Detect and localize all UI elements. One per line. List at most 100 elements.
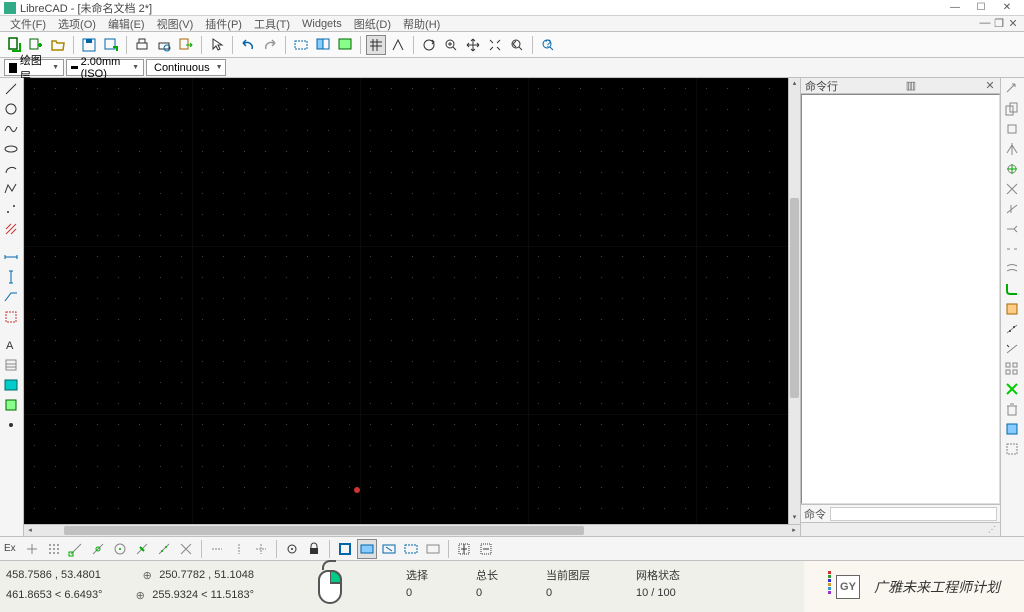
pan-button[interactable]	[463, 35, 483, 55]
revert-button[interactable]	[1003, 440, 1021, 458]
scroll-right-arrow-icon[interactable]: ▸	[788, 525, 800, 536]
panel-float-button[interactable]: ▥	[905, 79, 917, 92]
snap-endpoint-button[interactable]	[66, 539, 86, 559]
polyline-tool-button[interactable]	[2, 180, 20, 198]
restrict-ortho-button[interactable]	[229, 539, 249, 559]
image-tool-button[interactable]	[2, 376, 20, 394]
copy-button[interactable]	[1003, 100, 1021, 118]
maximize-button[interactable]: ☐	[968, 1, 994, 15]
zoom-in-button[interactable]	[441, 35, 461, 55]
point-tool-button[interactable]	[2, 200, 20, 218]
block-tool-button[interactable]	[2, 396, 20, 414]
text-tool-button[interactable]: A	[2, 336, 20, 354]
modify-button[interactable]	[2, 308, 20, 326]
horizontal-scrollbar[interactable]: ◂ ▸	[24, 524, 800, 536]
draft-mode-button[interactable]	[388, 35, 408, 55]
scroll-down-arrow-icon[interactable]: ▾	[789, 512, 800, 524]
scrollbar-thumb[interactable]	[64, 526, 584, 535]
rotate-button[interactable]	[1003, 120, 1021, 138]
snap-center-button[interactable]	[110, 539, 130, 559]
hatch-tool-button[interactable]	[2, 220, 20, 238]
zoom-auto-button[interactable]	[485, 35, 505, 55]
snap-middle-button[interactable]	[132, 539, 152, 559]
doc-close-button[interactable]: ✕	[1006, 17, 1020, 30]
linetype-combo[interactable]: Continuous ▼	[146, 59, 226, 76]
break-button[interactable]	[1003, 240, 1021, 258]
select-layer-button[interactable]	[476, 539, 496, 559]
snap-grid-button[interactable]	[44, 539, 64, 559]
attributes-button[interactable]	[1003, 420, 1021, 438]
select-window-button[interactable]	[357, 539, 377, 559]
invert-selection-button[interactable]	[454, 539, 474, 559]
scrollbar-thumb[interactable]	[790, 198, 799, 398]
close-button[interactable]: ✕	[994, 1, 1020, 15]
arc-tool-button[interactable]	[2, 160, 20, 178]
resize-grip-icon[interactable]: ⋰	[988, 525, 996, 534]
stretch-button[interactable]	[1003, 180, 1021, 198]
undo-button[interactable]	[238, 35, 258, 55]
menu-widgets[interactable]: Widgets	[296, 18, 348, 30]
explode-button[interactable]	[1003, 380, 1021, 398]
save-button[interactable]	[79, 35, 99, 55]
redraw-button[interactable]	[419, 35, 439, 55]
line-tool-button[interactable]	[2, 80, 20, 98]
doc-minimize-button[interactable]: —	[978, 17, 992, 30]
fillet-button[interactable]	[1003, 280, 1021, 298]
coord-point-button[interactable]	[2, 416, 20, 434]
select-contour-button[interactable]	[379, 539, 399, 559]
menu-view[interactable]: 视图(V)	[151, 16, 200, 32]
help-about-button[interactable]: ?	[538, 35, 558, 55]
circle-tool-button[interactable]	[2, 100, 20, 118]
divide-button[interactable]	[1003, 320, 1021, 338]
ellipse-tool-button[interactable]	[2, 140, 20, 158]
snap-intersection-button[interactable]	[176, 539, 196, 559]
zoom-extents-button[interactable]	[291, 35, 311, 55]
menu-plugins[interactable]: 插件(P)	[199, 16, 248, 32]
trim-button[interactable]	[1003, 200, 1021, 218]
dimension-v-button[interactable]	[2, 268, 20, 286]
select-all-button[interactable]	[335, 539, 355, 559]
minimize-button[interactable]: —	[942, 1, 968, 15]
extend-button[interactable]	[1003, 220, 1021, 238]
drawing-canvas[interactable]: ➤	[24, 78, 788, 524]
zoom-prev-button[interactable]	[507, 35, 527, 55]
offset-button[interactable]	[1003, 260, 1021, 278]
vertical-scrollbar[interactable]: ▴ ▾	[788, 78, 800, 524]
print-preview-button[interactable]	[154, 35, 174, 55]
menu-edit[interactable]: 编辑(E)	[102, 16, 151, 32]
deselect-button[interactable]	[423, 539, 443, 559]
save-as-button[interactable]	[101, 35, 121, 55]
linewidth-combo[interactable]: 2.00mm (ISO) ▼	[66, 59, 144, 76]
menu-file[interactable]: 文件(F)	[4, 16, 52, 32]
mirror-button[interactable]	[1003, 140, 1021, 158]
snap-distance-button[interactable]	[154, 539, 174, 559]
menu-tools[interactable]: 工具(T)	[248, 16, 296, 32]
zoom-previous-button[interactable]	[335, 35, 355, 55]
grid-toggle-button[interactable]	[366, 35, 386, 55]
menu-help[interactable]: 帮助(H)	[397, 16, 446, 32]
measure-button[interactable]	[1003, 340, 1021, 358]
open-button[interactable]	[48, 35, 68, 55]
scroll-up-arrow-icon[interactable]: ▴	[789, 78, 800, 90]
doc-restore-button[interactable]: ❐	[992, 17, 1006, 30]
dimension-button[interactable]	[2, 248, 20, 266]
lock-relative-zero-button[interactable]	[304, 539, 324, 559]
select-intersected-button[interactable]	[401, 539, 421, 559]
spline-tool-button[interactable]	[2, 120, 20, 138]
move-button[interactable]	[1003, 80, 1021, 98]
array-button[interactable]	[1003, 360, 1021, 378]
restrict-nothing-button[interactable]	[207, 539, 227, 559]
snap-free-button[interactable]	[22, 539, 42, 559]
delete-button[interactable]	[1003, 400, 1021, 418]
select-button[interactable]	[207, 35, 227, 55]
leader-button[interactable]	[2, 288, 20, 306]
command-input[interactable]	[830, 507, 997, 521]
layer-combo[interactable]: 绘图层 ▼	[4, 59, 64, 76]
scroll-left-arrow-icon[interactable]: ◂	[24, 525, 36, 536]
panel-close-button[interactable]: ✕	[984, 79, 996, 92]
scale-button[interactable]	[1003, 160, 1021, 178]
restrict-h-button[interactable]	[251, 539, 271, 559]
redo-button[interactable]	[260, 35, 280, 55]
print-button[interactable]	[132, 35, 152, 55]
menu-drawing[interactable]: 图纸(D)	[348, 16, 397, 32]
